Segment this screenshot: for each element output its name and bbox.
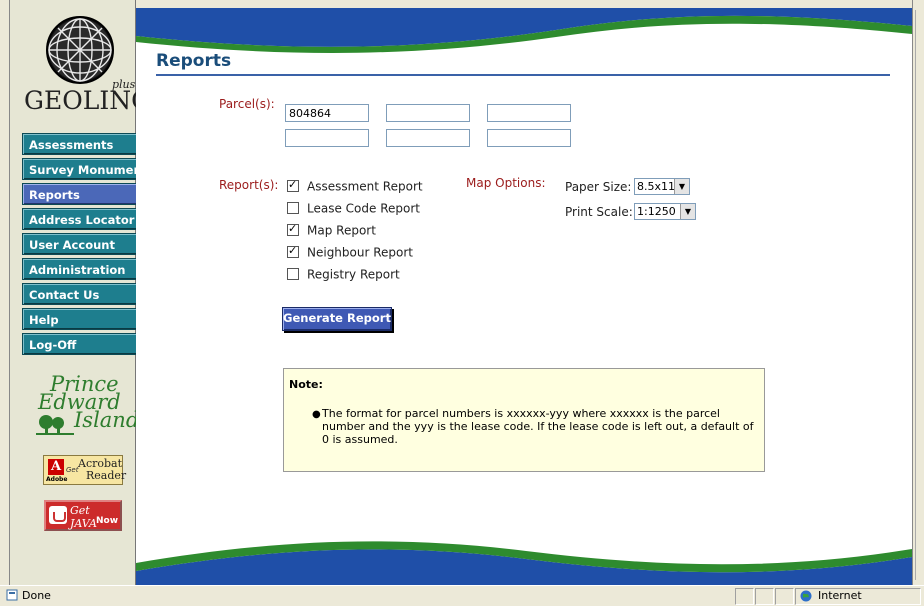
internet-globe-icon (800, 590, 812, 602)
nav-reports[interactable]: Reports (22, 183, 142, 205)
get-acrobat-reader-badge[interactable]: A Adobe Get Acrobat Reader (43, 455, 127, 485)
print-scale-value: 1:1250 (637, 205, 676, 218)
geolinc-plus: plus (112, 78, 136, 91)
report-option-label: Registry Report (307, 267, 400, 282)
pei-logo[interactable]: Prince Edward Island (32, 372, 140, 442)
status-text: Done (22, 589, 51, 602)
geolinc-logo: GEOLINC plus (24, 14, 150, 124)
nav-administration[interactable]: Administration (22, 258, 142, 280)
reports-label: Report(s): (219, 178, 279, 192)
reader-label: Reader (86, 469, 127, 482)
report-option-lease-code[interactable]: Lease Code Report (287, 201, 420, 216)
nav-user-account[interactable]: User Account (22, 233, 142, 255)
status-cell (735, 588, 754, 605)
nav-address-locator[interactable]: Address Locator (22, 208, 142, 230)
browser-left-edge (0, 0, 10, 585)
chevron-down-icon: ▼ (680, 204, 695, 219)
adobe-label: Adobe (46, 476, 68, 483)
nav-log-off[interactable]: Log-Off (22, 333, 142, 355)
parcel-input-1[interactable] (285, 104, 369, 122)
checkbox-map-report[interactable] (287, 222, 299, 236)
parcels-label: Parcel(s): (219, 97, 275, 111)
get-java-badge[interactable]: Get JAVA Now (44, 500, 122, 531)
parcel-input-6[interactable] (487, 129, 571, 147)
nav-help[interactable]: Help (22, 308, 142, 330)
pei-line3: Island (74, 408, 140, 432)
bullet-icon: ● (312, 409, 321, 420)
page-done-icon (6, 589, 18, 601)
report-option-map[interactable]: Map Report (287, 222, 376, 238)
java-cup-icon (49, 506, 67, 524)
main-content: Reports Parcel(s): Report(s): Assessment… (136, 8, 912, 585)
note-title: Note: (289, 378, 323, 391)
note-box: Note: ● The format for parcel numbers is… (283, 368, 765, 472)
generate-report-button[interactable]: Generate Report (282, 307, 392, 331)
checkbox-assessment-report[interactable] (287, 178, 299, 192)
parcel-input-2[interactable] (386, 104, 470, 122)
status-cell (755, 588, 774, 605)
report-option-label: Assessment Report (307, 179, 423, 194)
globe-icon (46, 16, 114, 84)
acrobat-get-label: Get (66, 466, 79, 474)
paper-size-select[interactable]: 8.5x11 ▼ (634, 178, 690, 195)
browser-right-edge (912, 0, 924, 585)
java-now-label: Now (96, 516, 119, 526)
checkbox-registry-report[interactable] (287, 267, 299, 280)
nav-contact-us[interactable]: Contact Us (22, 283, 142, 305)
report-option-label: Lease Code Report (307, 201, 420, 216)
paper-size-value: 8.5x11 (637, 180, 676, 193)
note-text: The format for parcel numbers is xxxxxx-… (322, 407, 754, 446)
browser-status-bar: Done Internet (0, 585, 924, 606)
title-divider (156, 74, 890, 76)
parcel-input-5[interactable] (386, 129, 470, 147)
sidebar: GEOLINC plus Assessments Survey Monument… (10, 0, 150, 585)
checkbox-neighbour-report[interactable] (287, 244, 299, 258)
report-option-neighbour[interactable]: Neighbour Report (287, 244, 414, 260)
report-option-label: Neighbour Report (307, 245, 414, 260)
print-scale-label: Print Scale: (565, 205, 633, 219)
acrobat-label: Acrobat (78, 457, 123, 470)
print-scale-select[interactable]: 1:1250 ▼ (634, 203, 696, 220)
parcel-input-3[interactable] (487, 104, 571, 122)
page-title: Reports (156, 51, 232, 71)
bottom-wave-banner (136, 541, 912, 585)
frame-divider (915, 10, 924, 580)
nav-assessments[interactable]: Assessments (22, 133, 142, 155)
parcel-input-4[interactable] (285, 129, 369, 147)
paper-size-label: Paper Size: (565, 180, 632, 194)
nav-survey-monuments[interactable]: Survey Monuments (22, 158, 142, 180)
zone-text: Internet (818, 589, 862, 602)
chevron-down-icon: ▼ (674, 179, 689, 194)
map-options-label: Map Options: (466, 176, 546, 190)
report-option-label: Map Report (307, 223, 376, 238)
report-option-registry[interactable]: Registry Report (287, 267, 400, 282)
tree-icon (36, 415, 74, 435)
adobe-icon: A (48, 459, 64, 475)
status-cell (775, 588, 794, 605)
top-wave-banner (136, 8, 912, 53)
checkbox-lease-code-report[interactable] (287, 201, 299, 214)
report-option-assessment[interactable]: Assessment Report (287, 178, 423, 194)
